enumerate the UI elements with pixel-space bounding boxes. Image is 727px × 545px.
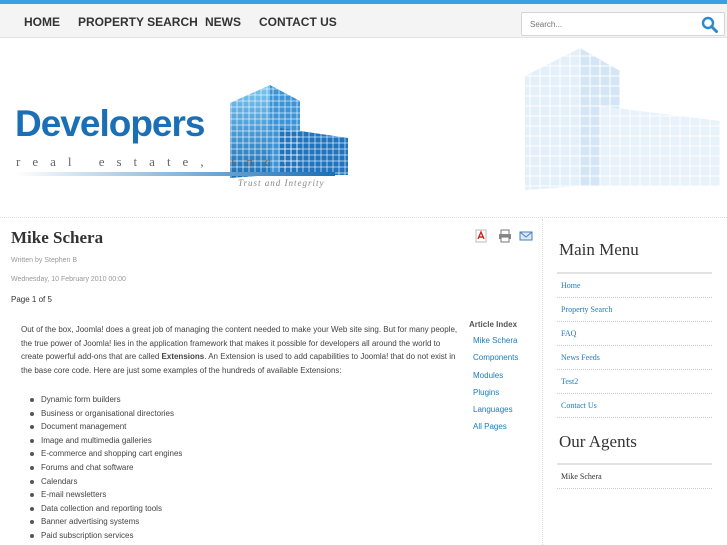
list-item: E-commerce and shopping cart engines	[30, 447, 182, 461]
search-box	[521, 12, 725, 36]
list-item: Image and multimedia galleries	[30, 434, 182, 448]
building-watermark-graphic	[525, 48, 720, 190]
top-nav: HOME PROPERTY SEARCH NEWS CONTACT US	[0, 4, 727, 38]
list-item: Banner advertising systems	[30, 515, 182, 529]
main-menu: Home Property Search FAQ News Feeds Test…	[557, 272, 712, 418]
pdf-icon[interactable]	[474, 229, 488, 248]
email-icon[interactable]	[519, 229, 533, 248]
article-title: Mike Schera	[11, 228, 104, 247]
index-link-components[interactable]: Components	[469, 353, 518, 370]
print-icon[interactable]	[498, 229, 512, 248]
index-link-mike-schera[interactable]: Mike Schera	[469, 336, 518, 353]
index-link-plugins[interactable]: Plugins	[469, 388, 518, 405]
list-item: Business or organisational directories	[30, 407, 182, 421]
main-menu-title: Main Menu	[559, 240, 639, 259]
menu-item-home[interactable]: Home	[557, 274, 712, 298]
search-icon[interactable]	[701, 16, 718, 38]
nav-property-search[interactable]: PROPERTY SEARCH	[78, 15, 198, 29]
article-author: Written by Stephen B	[11, 257, 78, 264]
logo-underline	[15, 172, 335, 176]
list-item: Data collection and reporting tools	[30, 502, 182, 516]
nav-news[interactable]: NEWS	[205, 15, 241, 29]
agents-list: Mike Schera	[557, 463, 712, 489]
list-item: Calendars	[30, 475, 182, 489]
agent-item[interactable]: Mike Schera	[557, 465, 712, 489]
logo-title: Developers	[15, 103, 205, 144]
index-link-all-pages[interactable]: All Pages	[469, 422, 518, 439]
page-indicator: Page 1 of 5	[11, 295, 52, 304]
list-item: Paid subscription services	[30, 529, 182, 543]
menu-item-news-feeds[interactable]: News Feeds	[557, 346, 712, 370]
list-item: E-mail newsletters	[30, 488, 182, 502]
intro-bold-text: Extensions	[161, 352, 205, 361]
menu-item-contact-us[interactable]: Contact Us	[557, 394, 712, 418]
article-intro: Out of the box, Joomla! does a great job…	[21, 323, 458, 377]
nav-home[interactable]: HOME	[24, 15, 60, 29]
index-link-modules[interactable]: Modules	[469, 371, 518, 388]
nav-contact-us[interactable]: CONTACT US	[259, 15, 337, 29]
menu-item-property-search[interactable]: Property Search	[557, 298, 712, 322]
menu-item-faq[interactable]: FAQ	[557, 322, 712, 346]
extension-list: Dynamic form builders Business or organi…	[30, 393, 182, 543]
article-index-title: Article Index	[469, 320, 518, 329]
list-item: Document management	[30, 420, 182, 434]
list-item: Forums and chat software	[30, 461, 182, 475]
menu-item-test2[interactable]: Test2	[557, 370, 712, 394]
logo-tagline: Trust and Integrity	[238, 178, 325, 188]
logo-subtitle: real estate, inc.	[16, 154, 298, 169]
index-link-languages[interactable]: Languages	[469, 405, 518, 422]
list-item: Dynamic form builders	[30, 393, 182, 407]
agents-title: Our Agents	[559, 432, 637, 451]
search-input[interactable]	[530, 17, 700, 32]
article-index: Article Index Mike Schera Components Mod…	[469, 320, 518, 440]
article-date: Wednesday, 10 February 2010 00:00	[11, 276, 126, 283]
